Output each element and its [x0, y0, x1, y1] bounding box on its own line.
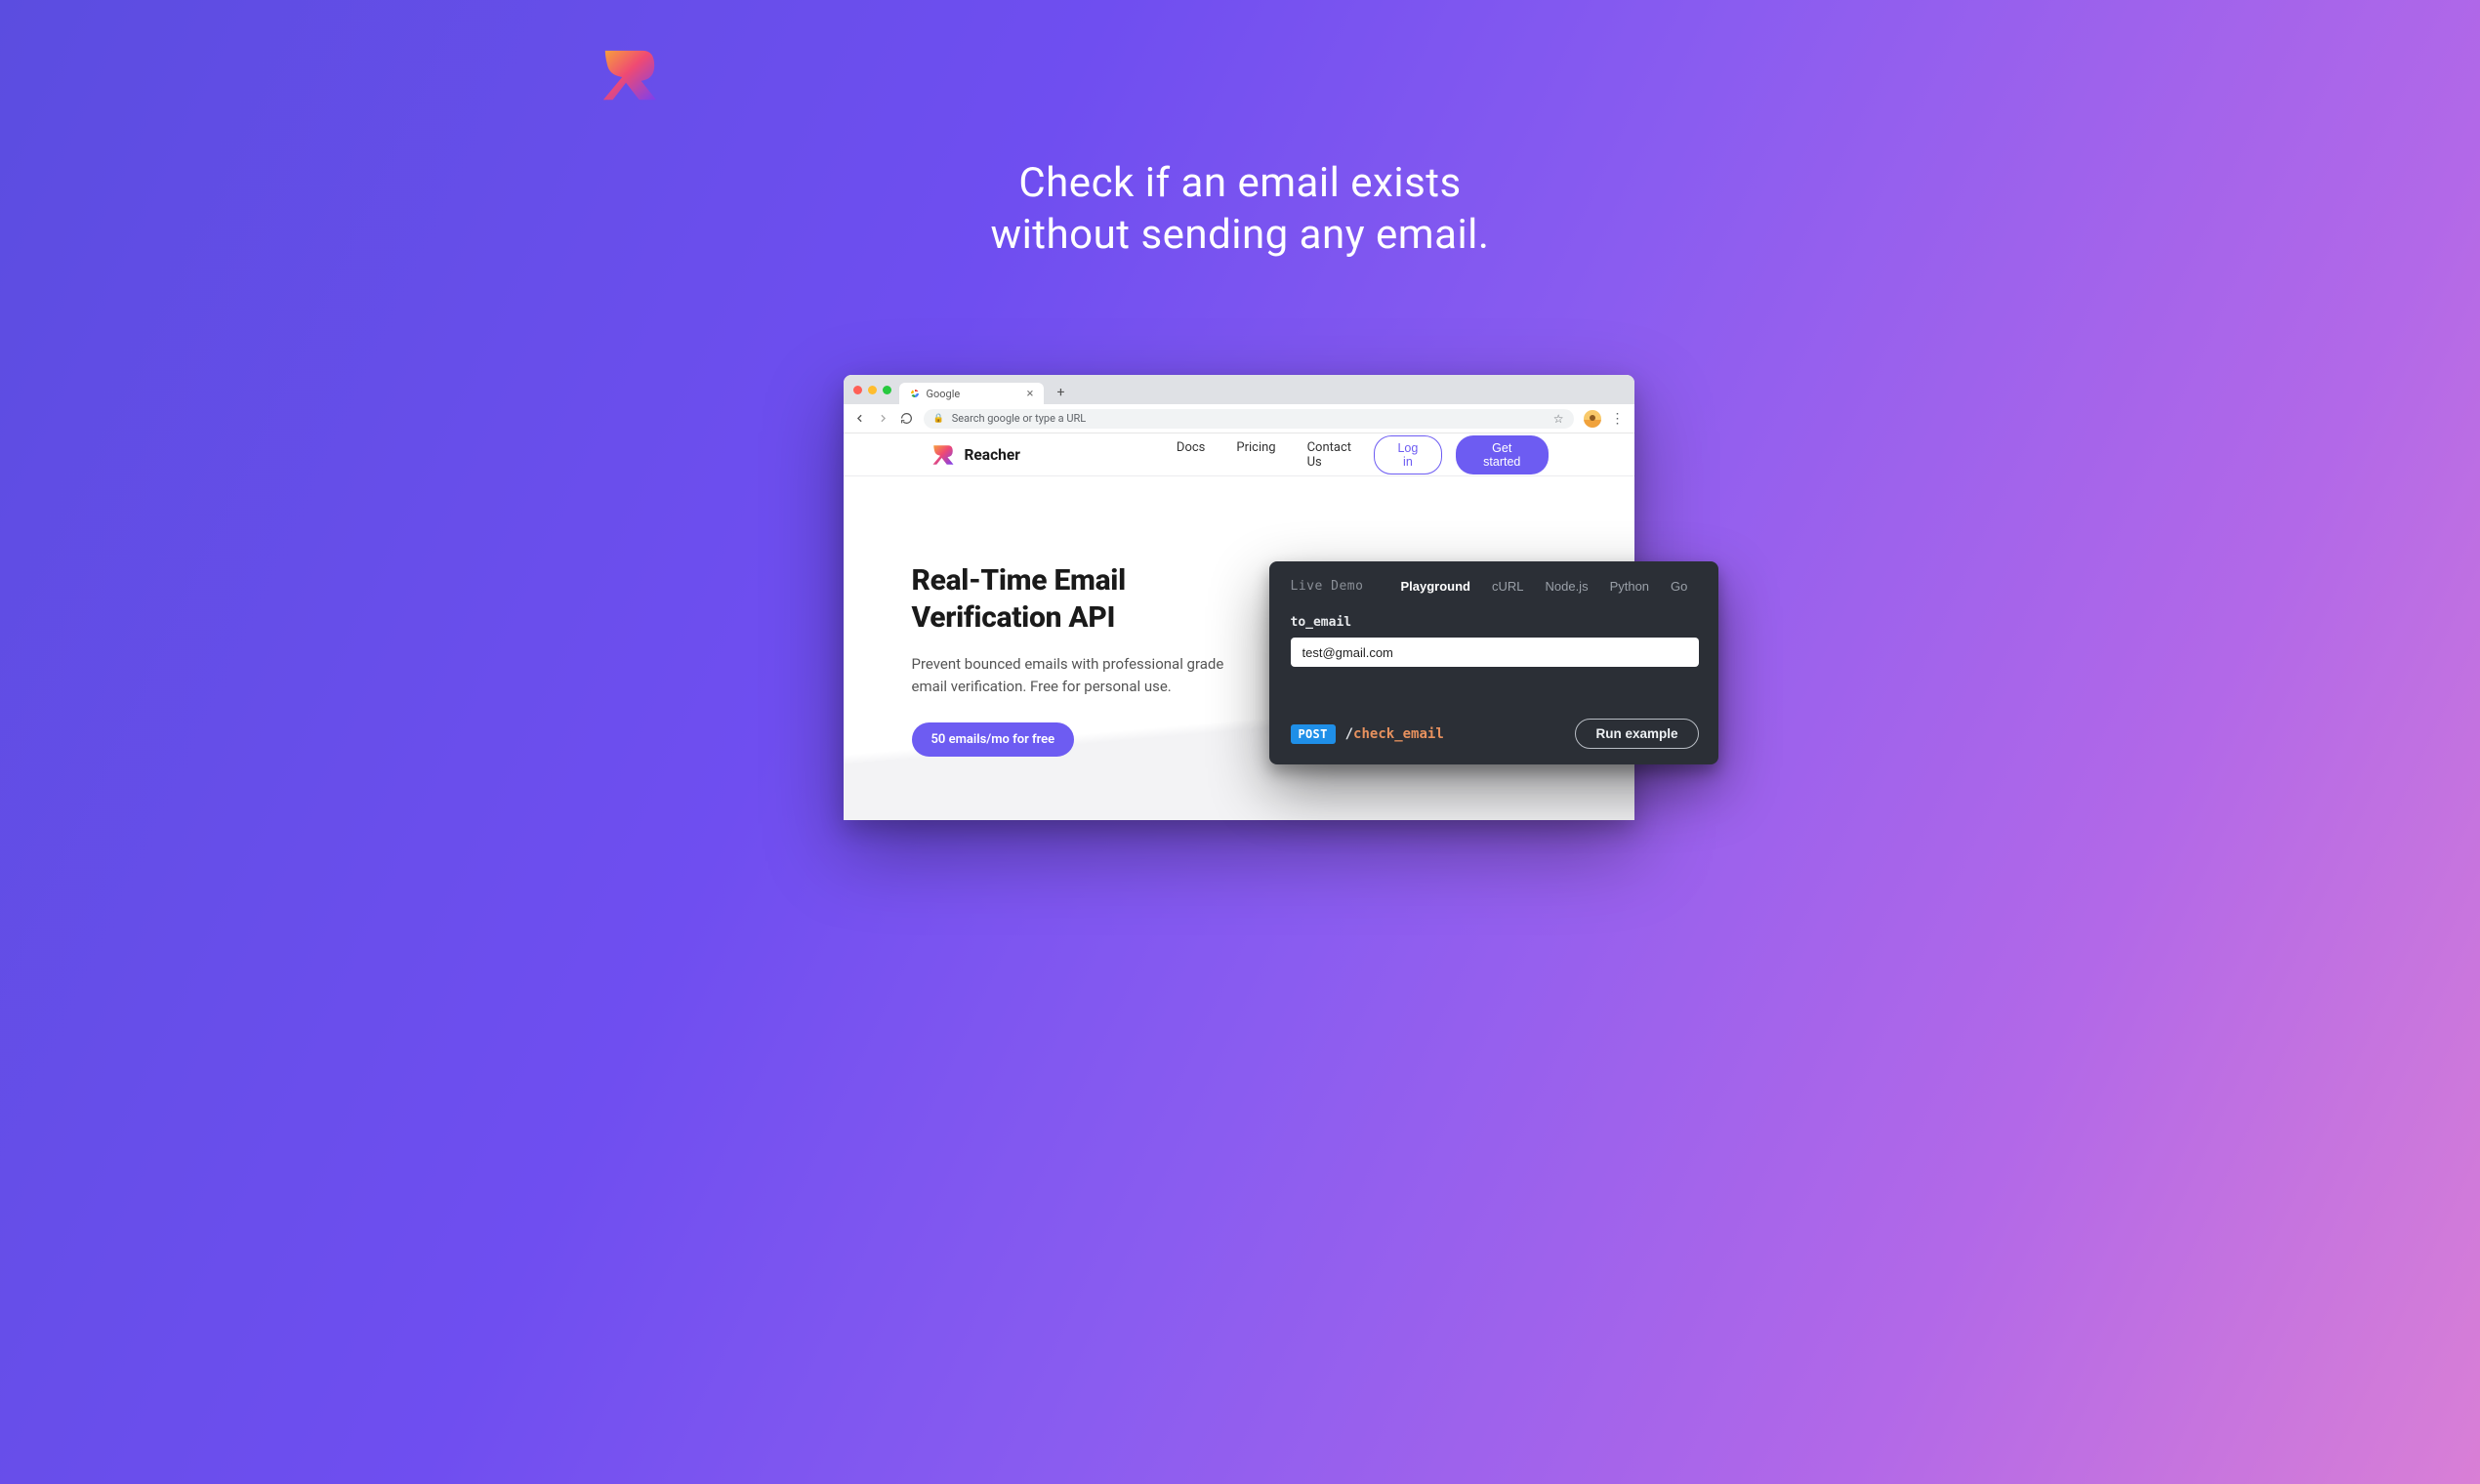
page-subtitle: Prevent bounced emails with professional…: [912, 653, 1224, 697]
reload-icon[interactable]: [900, 412, 914, 426]
tab-title: Google: [927, 388, 961, 400]
free-plan-cta-button[interactable]: 50 emails/mo for free: [912, 722, 1075, 757]
back-icon[interactable]: [853, 412, 867, 426]
browser-tab[interactable]: Google ×: [899, 383, 1044, 404]
nav-pricing[interactable]: Pricing: [1236, 440, 1275, 470]
forward-icon[interactable]: [877, 412, 890, 426]
google-favicon-icon: [909, 388, 921, 399]
headline-line-1: Check if an email exists: [555, 158, 1926, 210]
get-started-button[interactable]: Get started: [1456, 435, 1548, 474]
tab-go[interactable]: Go: [1671, 579, 1687, 594]
site-header: Reacher Docs Pricing Contact Us Log in G…: [844, 433, 1634, 476]
browser-toolbar: 🔒 Search google or type a URL ☆ ⋮: [844, 404, 1634, 433]
browser-tabbar: Google × +: [844, 375, 1634, 404]
address-placeholder: Search google or type a URL: [952, 412, 1086, 425]
page-title-line-2: Verification API: [912, 599, 1634, 637]
endpoint-slash: /: [1345, 726, 1353, 742]
nav-contact[interactable]: Contact Us: [1307, 440, 1364, 470]
lock-icon: 🔒: [933, 414, 944, 424]
site-brand[interactable]: Reacher: [931, 443, 1020, 467]
minimize-window-icon[interactable]: [868, 386, 877, 394]
bookmark-star-icon[interactable]: ☆: [1553, 412, 1564, 426]
page-title: Real-Time Email Verification API: [912, 562, 1634, 636]
product-logo: [599, 45, 660, 105]
reacher-logo-icon: [931, 443, 955, 467]
browser-menu-icon[interactable]: ⋮: [1611, 412, 1625, 426]
to-email-input[interactable]: [1291, 638, 1699, 667]
maximize-window-icon[interactable]: [883, 386, 891, 394]
nav-docs[interactable]: Docs: [1177, 440, 1205, 470]
run-example-button[interactable]: Run example: [1575, 719, 1698, 749]
headline-line-2: without sending any email.: [555, 210, 1926, 262]
new-tab-button[interactable]: +: [1052, 383, 1071, 402]
profile-avatar-icon[interactable]: [1584, 410, 1601, 428]
window-controls: [853, 386, 891, 394]
address-bar[interactable]: 🔒 Search google or type a URL ☆: [924, 409, 1574, 429]
brand-name: Reacher: [965, 446, 1020, 464]
endpoint-path: check_email: [1353, 726, 1444, 742]
page-title-line-1: Real-Time Email: [912, 562, 1634, 599]
site-nav: Docs Pricing Contact Us: [1177, 440, 1364, 470]
login-button[interactable]: Log in: [1374, 435, 1442, 474]
hero-headline: Check if an email exists without sending…: [555, 158, 1926, 261]
tab-close-icon[interactable]: ×: [1027, 388, 1034, 400]
api-endpoint: /check_email: [1345, 726, 1444, 742]
close-window-icon[interactable]: [853, 386, 862, 394]
http-method-badge: POST: [1291, 724, 1336, 744]
